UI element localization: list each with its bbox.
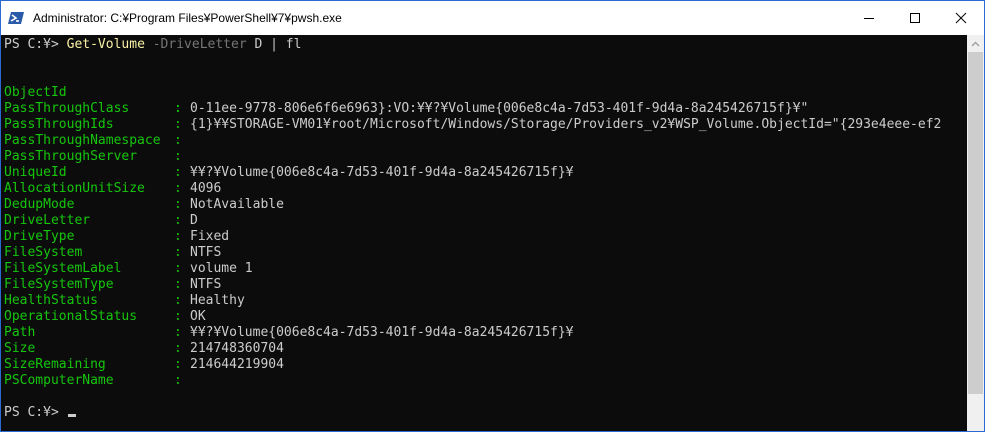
property-name: Size [4,341,36,356]
property-name: OperationalStatus [4,309,138,324]
property-value: 214644219904 [190,357,284,372]
property-separator: : [174,277,182,292]
window-title: Administrator: C:¥Program Files¥PowerShe… [33,11,342,25]
property-name: DriveType [4,229,75,244]
property-value: volume 1 [190,261,253,276]
close-icon [955,12,967,24]
property-value: Fixed [190,229,230,244]
property-name: PassThroughIds [4,117,114,132]
vertical-scrollbar[interactable] [967,35,984,431]
title-bar[interactable]: Administrator: C:¥Program Files¥PowerShe… [1,1,984,35]
property-separator: : [174,165,182,180]
property-name: DriveLetter [4,213,91,228]
property-separator: : [174,309,182,324]
property-name: PassThroughServer [4,149,138,164]
property-separator: : [174,261,182,276]
property-value: ¥¥?¥Volume{006e8c4a-7d53-401f-9d4a-8a245… [190,165,574,180]
prompt: PS C:¥> [4,405,67,420]
property-value: D [190,213,198,228]
property-name: FileSystemLabel [4,261,122,276]
powershell-icon[interactable] [8,10,24,26]
property-separator: : [174,373,182,388]
minimize-icon [864,18,874,19]
prompt-line[interactable]: PS C:¥> [4,405,76,421]
property-value-continued: 0-11ee-9778-806e6f6e6963}:VO:¥¥?¥Volume{… [190,101,809,116]
prompt: PS C:¥> [4,37,67,52]
minimize-button[interactable] [846,1,892,35]
property-separator: : [174,293,182,308]
property-name: Path [4,325,36,340]
chevron-up-icon [971,41,980,47]
property-name: UniqueId [4,165,67,180]
property-row-objectid-continued: 0-11ee-9778-806e6f6e6963}:VO:¥¥?¥Volume{… [4,85,808,116]
property-value: OK [190,309,206,324]
console-output[interactable]: PS C:¥> Get-Volume -DriveLetter D | fl O… [1,35,967,431]
property-separator: : [174,197,182,212]
close-button[interactable] [938,1,984,35]
property-value: ¥¥?¥Volume{006e8c4a-7d53-401f-9d4a-8a245… [190,325,574,340]
command-pipe: | fl [262,37,302,52]
property-value: NotAvailable [190,197,284,212]
command-name: Get-Volume [66,37,145,52]
property-name: FileSystemType [4,277,114,292]
property-value: Healthy [190,293,245,308]
command-parameter: -DriveLetter [144,37,247,52]
property-name: FileSystem [4,245,83,260]
property-value: 4096 [190,181,222,196]
property-separator: : [174,133,182,148]
terminal-window: Administrator: C:¥Program Files¥PowerShe… [0,0,985,432]
property-separator: : [174,149,182,164]
property-separator: : [174,213,182,228]
property-value: NTFS [190,245,222,260]
maximize-icon [910,13,920,23]
property-separator: : [174,181,182,196]
property-name: PassThroughNamespace [4,133,161,148]
scrollbar-thumb[interactable] [968,52,983,394]
property-name: HealthStatus [4,293,98,308]
property-name: SizeRemaining [4,357,106,372]
property-separator: : [174,229,182,244]
property-value: 214748360704 [190,341,284,356]
text-cursor [67,414,76,417]
property-name: PSComputerName [4,373,114,388]
property-name: DedupMode [4,197,75,212]
command-line: PS C:¥> Get-Volume -DriveLetter D | fl [4,37,301,53]
maximize-button[interactable] [892,1,938,35]
property-separator: : [174,357,182,372]
property-separator: : [174,325,182,340]
property-name: AllocationUnitSize [4,181,145,196]
scroll-up-button[interactable] [967,35,984,52]
property-separator: : [174,101,182,116]
property-row-objectid: ObjectId : {1}¥¥STORAGE-VM01¥root/Micros… [4,69,941,132]
property-value: NTFS [190,277,222,292]
property-separator: : [174,245,182,260]
command-argument: D [246,37,263,52]
property-separator: : [174,117,182,132]
property-name: PassThroughClass [4,101,130,116]
property-value: {1}¥¥STORAGE-VM01¥root/Microsoft/Windows… [190,117,942,132]
property-separator: : [174,341,182,356]
